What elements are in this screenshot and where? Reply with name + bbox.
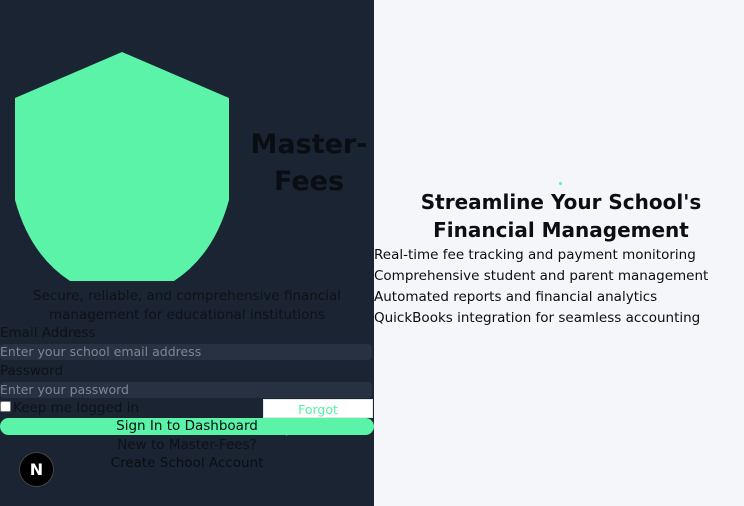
password-placeholder: Enter your password xyxy=(0,382,129,397)
remember-checkbox[interactable] xyxy=(0,401,11,412)
create-account-link[interactable]: Create School Account xyxy=(0,455,374,472)
forgot-password-link[interactable]: Forgot password? xyxy=(263,399,373,436)
email-placeholder: Enter your school email address xyxy=(0,344,202,359)
login-panel: Master-Fees Secure, reliable, and compre… xyxy=(0,0,374,506)
headline: Streamline Your School's Financial Manag… xyxy=(420,190,702,242)
feature-item: Automated reports and financial analytic… xyxy=(374,289,658,305)
email-label: Email Address xyxy=(0,325,96,341)
sign-in-button[interactable]: Sign In to Dashboard xyxy=(0,418,374,435)
brand-subtitle: Secure, reliable, and comprehensive fina… xyxy=(32,288,342,323)
nextjs-badge-icon[interactable]: N xyxy=(19,452,54,487)
email-field[interactable]: Enter your school email address xyxy=(0,344,372,360)
accent-dot xyxy=(559,182,562,185)
new-to-text: New to Master-Fees? xyxy=(117,437,257,453)
shield-icon xyxy=(15,52,229,281)
remember-label: Keep me logged in xyxy=(13,400,140,416)
feature-list: Real-time fee tracking and payment monit… xyxy=(374,245,708,329)
password-label: Password xyxy=(0,363,64,379)
brand-name: Master-Fees xyxy=(250,129,368,197)
feature-item: Comprehensive student and parent managem… xyxy=(374,268,709,284)
feature-item: Real-time fee tracking and payment monit… xyxy=(374,247,696,263)
password-field[interactable]: Enter your password xyxy=(0,382,372,398)
feature-item: QuickBooks integration for seamless acco… xyxy=(374,310,701,326)
